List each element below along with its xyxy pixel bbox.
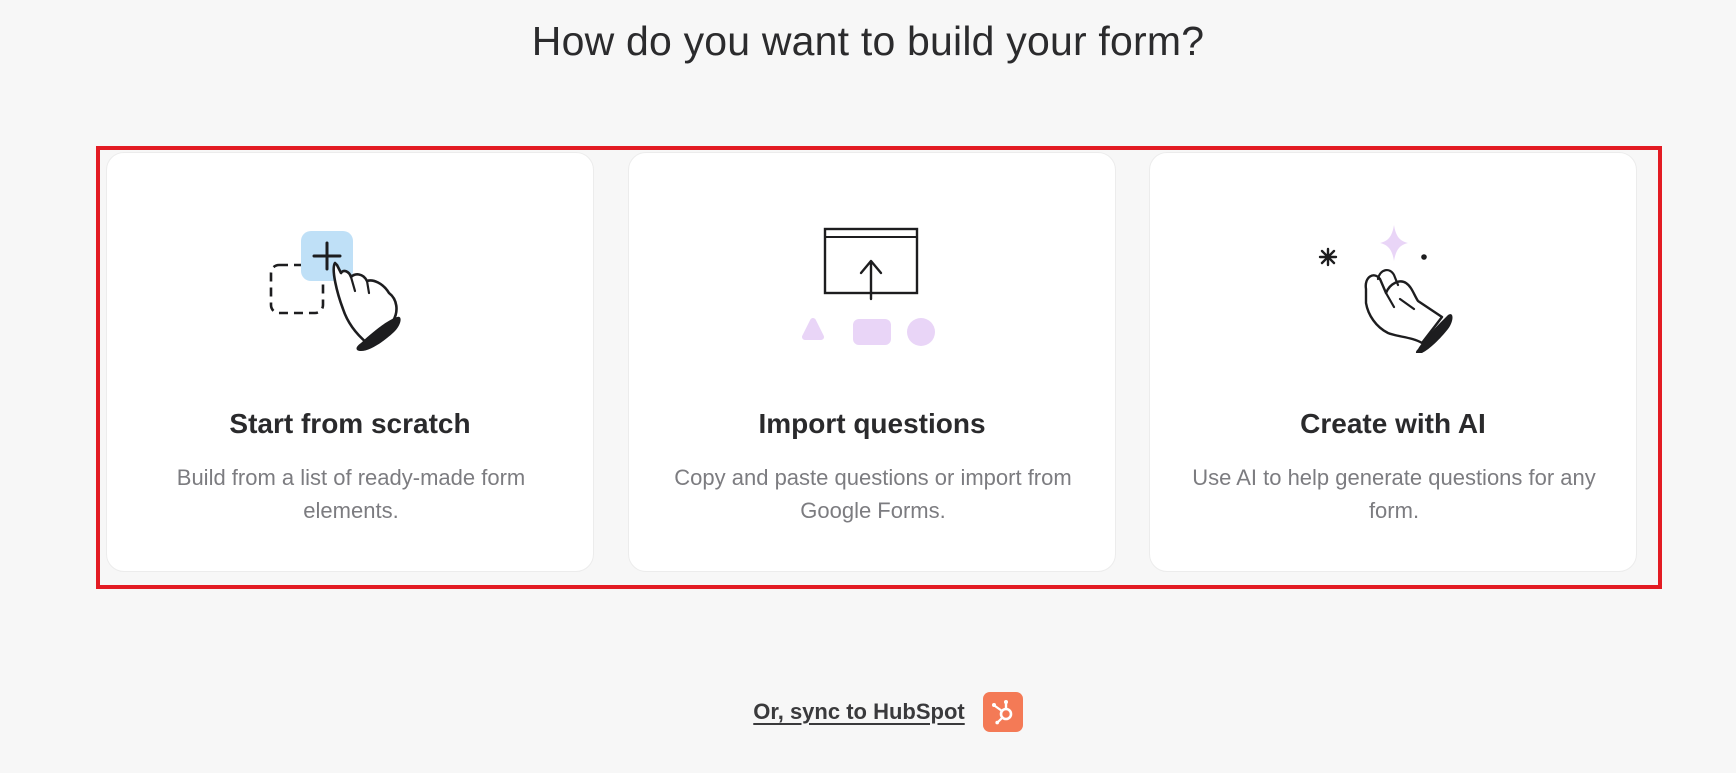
import-questions-card[interactable]: Import questions Copy and paste question… [628,152,1116,572]
card-description: Use AI to help generate questions for an… [1192,465,1596,523]
form-builder-start-page: How do you want to build your form? Star… [0,0,1736,773]
card-title: Import questions [758,408,986,439]
card-description: Build from a list of ready-made form ele… [176,465,526,523]
hubspot-logo-icon [991,700,1013,725]
card-title: Start from scratch [229,408,471,439]
card-title: Create with AI [1300,408,1486,439]
hubspot-icon[interactable] [982,692,1023,732]
page-title: How do you want to build your form? [531,18,1205,64]
create-with-ai-card[interactable]: Create with AI Use AI to help generate q… [1149,152,1637,572]
card-description: Copy and paste questions or import from … [674,465,1072,523]
start-from-scratch-card[interactable]: Start from scratch Build from a list of … [106,152,594,572]
sync-row: Or, sync to HubSpot [0,692,1736,732]
sync-to-hubspot-link[interactable]: Or, sync to HubSpot [753,699,964,725]
ai-sparkle-hand-icon [1318,225,1453,353]
import-upload-icon [802,227,935,346]
drag-add-hand-icon [269,231,401,351]
